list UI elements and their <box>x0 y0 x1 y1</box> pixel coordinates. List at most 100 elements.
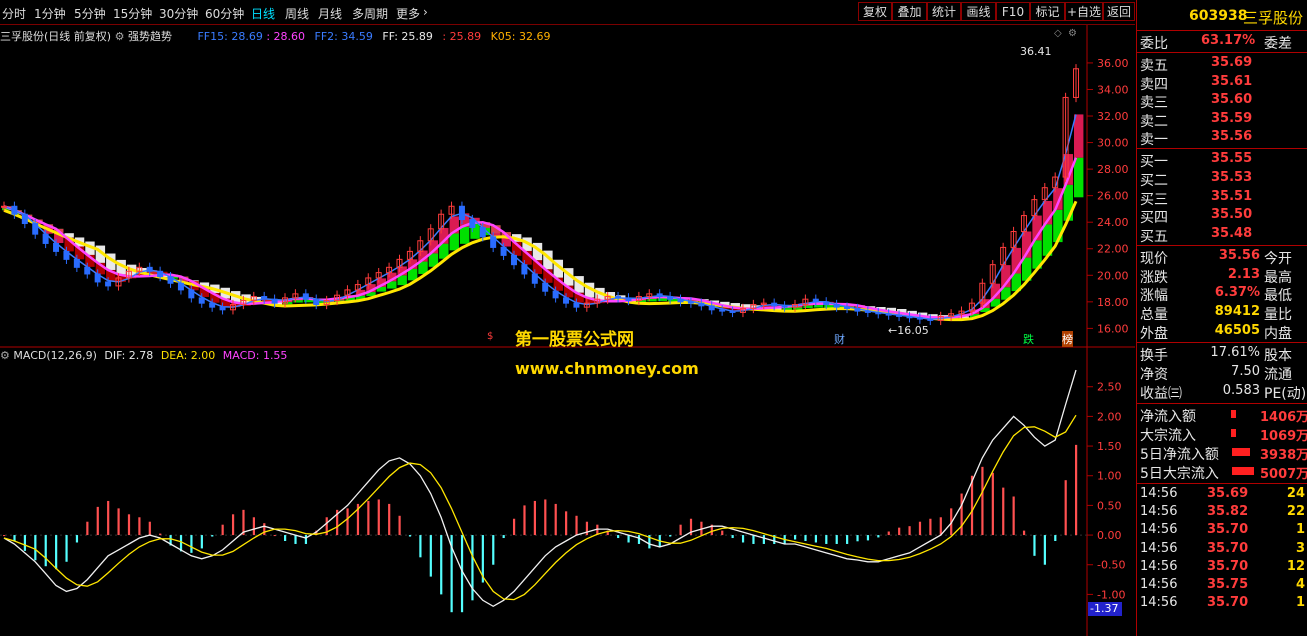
price-axis-label: 22.00 <box>1097 243 1129 256</box>
stat-label: 收益㈢ <box>1140 386 1182 402</box>
flow-label: 5日净流入额 <box>1140 447 1219 463</box>
sell-level-label: 卖一 <box>1140 132 1168 148</box>
price-axis-label: 32.00 <box>1097 110 1129 123</box>
sell-level-row[interactable]: 卖三 35.60 <box>1137 92 1307 111</box>
buy-level-row[interactable]: 买一 35.55 <box>1137 151 1307 170</box>
f10-button[interactable]: F10 <box>996 2 1030 21</box>
stat-label: 总量 <box>1140 307 1168 324</box>
mark-die[interactable]: 跌 <box>1023 331 1034 347</box>
tick-volume: 1 <box>1295 522 1305 538</box>
sell-level-price: 35.69 <box>1211 55 1253 70</box>
tick-row: 14:56 35.75 4 <box>1137 577 1307 595</box>
macd-histogram-bar <box>741 535 745 543</box>
sell-level-label: 卖三 <box>1140 95 1168 111</box>
tick-time: 14:56 <box>1140 595 1178 611</box>
macd-name[interactable]: MACD(12,26,9) <box>13 349 97 362</box>
period-fenshi[interactable]: 分时 <box>2 5 26 22</box>
chart-area[interactable]: 36.00 34.00 32.00 30.00 28.00 26.00 24.00 22.00… <box>0 25 1135 636</box>
mark-dollar[interactable]: $ <box>487 331 493 342</box>
add-watchlist-button[interactable]: +自选 <box>1065 2 1103 21</box>
period-1min[interactable]: 1分钟 <box>34 5 66 22</box>
macd-histogram-bar <box>44 535 47 567</box>
macd-settings-icon[interactable]: ⚙ <box>0 349 10 362</box>
tick-time: 14:56 <box>1140 540 1178 556</box>
macd-histogram-bar <box>825 535 828 544</box>
mark-button[interactable]: 标记 <box>1030 2 1065 21</box>
flow-row: 大宗流入 1069万 <box>1137 425 1307 444</box>
settings-icon[interactable]: ⚙ <box>115 30 125 43</box>
candle-body <box>542 282 549 292</box>
period-more[interactable]: 更多 <box>396 5 420 22</box>
stat-label-2: 最低 <box>1264 288 1292 305</box>
macd-axis-label: -0.50 <box>1097 559 1125 572</box>
fuquan-button[interactable]: 复权 <box>858 2 892 21</box>
macd-axis-label: -1.00 <box>1097 588 1125 601</box>
back-button[interactable]: 返回 <box>1103 2 1135 21</box>
period-monthly[interactable]: 月线 <box>318 5 342 22</box>
macd-histogram-bar <box>273 535 276 537</box>
tick-price: 35.70 <box>1207 522 1249 538</box>
candle-body <box>916 317 923 320</box>
stats-button[interactable]: 统计 <box>927 2 961 21</box>
stat-value: 46505 <box>1214 322 1260 338</box>
buy-level-row[interactable]: 买四 35.50 <box>1137 207 1307 226</box>
sell-level-row[interactable]: 卖五 35.69 <box>1137 55 1307 74</box>
candle-body <box>261 296 268 300</box>
macd-histogram-bar <box>877 535 880 538</box>
macd-histogram-bar <box>190 535 193 553</box>
macd-histogram-bar <box>294 535 297 544</box>
buy-level-price: 35.53 <box>1211 169 1253 185</box>
stat-value: 89412 <box>1214 304 1260 320</box>
macd-value: MACD: 1.55 <box>222 349 288 362</box>
tick-price: 35.69 <box>1207 486 1249 501</box>
macd-histogram-bar <box>263 523 266 536</box>
stock-name: 三孚股份 <box>1243 9 1304 27</box>
macd-axis-label: 2.00 <box>1097 410 1122 423</box>
indicator-name[interactable]: 强势趋势 <box>128 30 172 43</box>
tick-price: 35.70 <box>1207 540 1249 556</box>
macd-histogram-bar <box>533 500 536 536</box>
mark-bang[interactable]: 榜 <box>1062 331 1073 347</box>
candle-body <box>53 242 60 252</box>
settings-small-icon[interactable]: ⚙ <box>1068 28 1077 39</box>
macd-histogram-bar <box>793 535 797 540</box>
high-price-label: 36.41 <box>1020 45 1052 58</box>
sell-level-row[interactable]: 卖四 35.61 <box>1137 74 1307 93</box>
low-price-label: ←16.05 <box>888 324 929 337</box>
chevron-right-icon[interactable]: › <box>423 5 428 19</box>
mark-cai[interactable]: 财 <box>834 331 845 347</box>
period-daily[interactable]: 日线 <box>251 5 275 22</box>
macd-histogram-bar <box>804 535 807 541</box>
macd-histogram-bar <box>565 511 568 536</box>
period-toolbar: 分时 1分钟 5分钟 15分钟 30分钟 60分钟 日线 周线 月线 多周期 更… <box>0 0 1135 25</box>
candle-body <box>167 276 174 284</box>
draw-line-button[interactable]: 画线 <box>961 2 996 21</box>
dea-value: DEA: 2.00 <box>160 349 216 362</box>
buy-level-row[interactable]: 买三 35.51 <box>1137 189 1307 208</box>
macd-histogram-bar <box>991 472 994 536</box>
period-weekly[interactable]: 周线 <box>285 5 309 22</box>
buy-level-row[interactable]: 买五 35.48 <box>1137 226 1307 245</box>
buy-level-row[interactable]: 买二 35.53 <box>1137 169 1307 189</box>
sell-level-row[interactable]: 卖二 35.59 <box>1137 111 1307 130</box>
tick-time: 14:56 <box>1140 522 1178 538</box>
period-60min[interactable]: 60分钟 <box>205 5 244 22</box>
period-multi[interactable]: 多周期 <box>352 5 388 22</box>
ff2-value: FF2: 34.59 <box>314 30 373 43</box>
sell-level-label: 卖二 <box>1140 113 1168 130</box>
macd-histogram-bar <box>107 500 110 536</box>
overlay-button[interactable]: 叠加 <box>892 2 927 21</box>
macd-histogram-bar <box>1075 444 1078 536</box>
flow-bar <box>1232 467 1254 475</box>
period-5min[interactable]: 5分钟 <box>74 5 106 22</box>
candle-body <box>667 296 674 300</box>
tick-volume: 1 <box>1295 595 1305 611</box>
buy-level-price: 35.55 <box>1211 151 1253 166</box>
watermark-title: 第一股票公式网 <box>515 330 634 350</box>
period-30min[interactable]: 30分钟 <box>159 5 198 22</box>
sell-level-row[interactable]: 卖一 35.56 <box>1137 129 1307 148</box>
ffb-value: : 25.89 <box>442 30 482 43</box>
period-15min[interactable]: 15分钟 <box>113 5 152 22</box>
diamond-icon[interactable]: ◇ <box>1054 28 1062 39</box>
candle-body <box>563 297 570 304</box>
